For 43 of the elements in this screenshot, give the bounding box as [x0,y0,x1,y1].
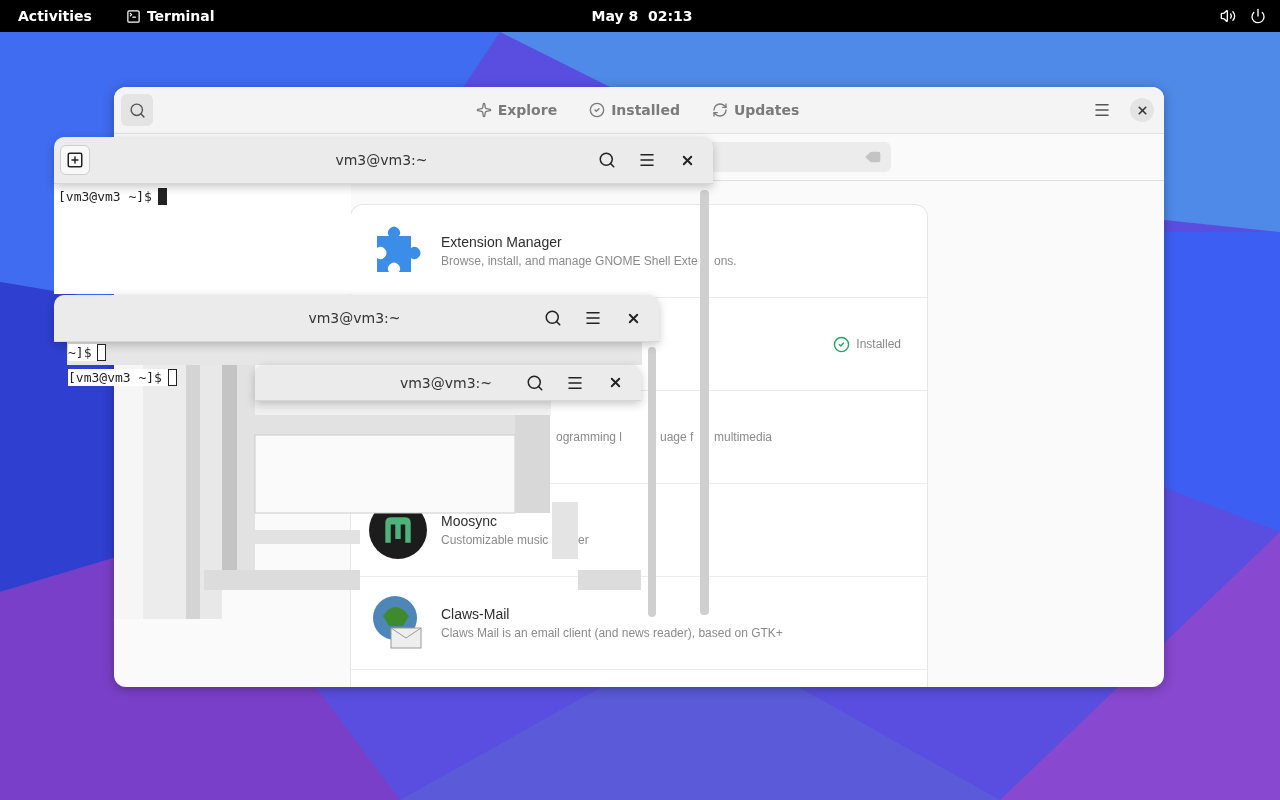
app-name: Claws-Mail [441,605,510,622]
search-icon [598,151,616,169]
app-name: Moosync [441,512,498,529]
tab[interactable]: Installed [577,96,692,124]
search-icon [128,101,146,119]
terminal-prompt: ~]$ [68,344,107,361]
search-icon [544,309,562,327]
app-name: Extension Manager [441,233,562,250]
installed-status: Installed [833,335,901,353]
app-description: Browse, install, and manage GNOME Shell Exte [441,253,698,268]
menu-icon [584,309,602,327]
terminal-icon [125,8,141,24]
window-title: vm3@vm3:~ [399,374,493,391]
app-description: uage f [660,429,694,444]
sparkle-icon [475,102,492,118]
window-title: vm3@vm3:~ [335,152,428,168]
close-icon [1135,103,1149,117]
app-description: ons. [714,253,737,268]
activities-button[interactable]: Activities [18,8,92,24]
app-description: Claws Mail is an email client (and news reader), based on GTK+ [441,625,783,640]
close-button[interactable] [1130,98,1154,122]
tab[interactable]: Explore [463,96,570,124]
check-circle-icon [833,335,851,353]
app-description: multimedia [714,429,773,444]
tab[interactable]: Updates [699,96,812,124]
plus-icon [66,151,84,169]
app-menu[interactable]: Terminal [125,8,215,24]
power-icon[interactable] [1250,8,1266,24]
app-description: er [578,532,589,547]
app-description: ogramming l [556,429,623,444]
search-button[interactable] [121,94,153,126]
volume-icon[interactable] [1220,8,1236,24]
app-description: Customizable music [441,532,549,547]
scrollbar[interactable] [700,190,709,615]
menu-icon [1093,101,1111,119]
menu-icon [638,151,656,169]
new-tab-button[interactable] [60,145,90,175]
check-circle-icon [589,102,606,118]
clock[interactable]: May 8 02:13 [591,8,693,24]
window-title: vm3@vm3:~ [308,310,401,326]
refresh-icon [711,102,728,118]
terminal-prompt: [vm3@vm3 ~]$ [68,369,177,386]
search-icon [526,373,544,392]
